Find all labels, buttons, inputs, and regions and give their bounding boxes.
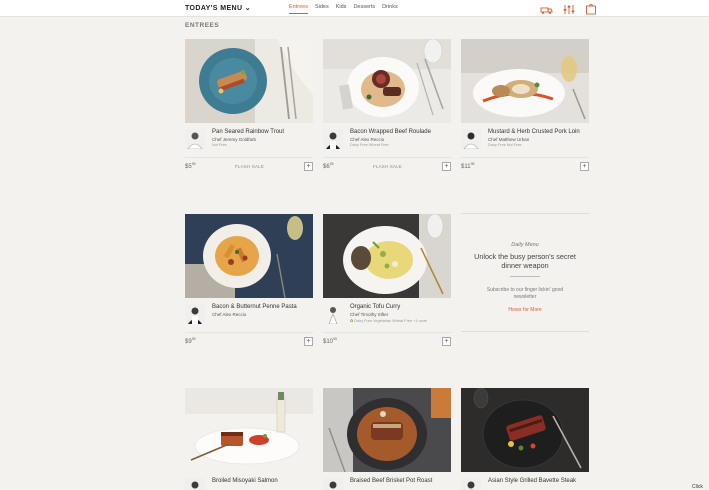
diet-tags: Dairy Free Wheat Free xyxy=(350,143,389,147)
price-row: $1195 + xyxy=(461,157,589,171)
delivery-truck-icon[interactable] xyxy=(540,2,553,20)
tab-kids[interactable]: Kids xyxy=(336,4,347,14)
newsletter-link[interactable]: Hover for More xyxy=(461,307,589,313)
card-meta: Mustard & Herb Crusted Pork Loin Chef Ma… xyxy=(461,129,589,157)
chef-name: Chef Alex Reccio xyxy=(350,137,385,142)
chevron-down-icon: ⌄ xyxy=(244,5,252,12)
top-icons xyxy=(540,2,607,20)
card-meta: Pan Seared Rainbow Trout Chef Jeremy Gol… xyxy=(185,129,313,157)
add-to-cart-button[interactable]: + xyxy=(304,162,313,171)
flash-sale-label: FLASH SALE xyxy=(373,164,403,169)
dish-title[interactable]: Bacon & Butternut Penne Pasta xyxy=(212,304,297,310)
card-meta: Asian Style Grilled Bavette Steak xyxy=(461,478,589,490)
card-meta: Broiled Misoyaki Salmon xyxy=(185,478,313,490)
price: $1195 xyxy=(461,162,475,170)
chef-avatar xyxy=(323,129,343,149)
diet-tags: Nut Free xyxy=(212,143,227,147)
divider xyxy=(510,276,540,277)
card-meta: Bacon Wrapped Beef Roulade Chef Alex Rec… xyxy=(323,129,451,157)
dish-title[interactable]: Asian Style Grilled Bavette Steak xyxy=(488,478,576,484)
chef-avatar xyxy=(323,304,343,325)
newsletter-promo: Daily Menu Unlock the busy person's secr… xyxy=(461,213,589,332)
chef-avatar xyxy=(323,478,343,490)
chef-name: Chef Matthew Urban xyxy=(488,137,530,142)
menu-card[interactable]: Braised Beef Brisket Pot Roast xyxy=(323,388,451,490)
menu-card[interactable]: Bacon & Butternut Penne Pasta Chef Alex … xyxy=(185,214,313,346)
chef-avatar xyxy=(185,304,205,324)
card-meta: Organic Tofu Curry Chef Timothy Sifter ✿… xyxy=(323,304,451,332)
vegetarian-leaf-icon: ✿ xyxy=(350,319,354,323)
tab-desserts[interactable]: Desserts xyxy=(353,4,375,14)
add-to-cart-button[interactable]: + xyxy=(442,162,451,171)
menu-card[interactable]: Organic Tofu Curry Chef Timothy Sifter ✿… xyxy=(323,214,451,346)
card-meta: Bacon & Butternut Penne Pasta Chef Alex … xyxy=(185,304,313,332)
diet-tags: Dairy Free Nut Free xyxy=(488,143,522,147)
price: $695 xyxy=(323,162,334,170)
card-meta: Braised Beef Brisket Pot Roast xyxy=(323,478,451,490)
menu-title: TODAY'S MENU xyxy=(185,5,243,12)
menu-card[interactable]: Bacon Wrapped Beef Roulade Chef Alex Rec… xyxy=(323,39,451,171)
chef-name: Chef Jeremy Goldfarb xyxy=(212,137,257,142)
dish-title[interactable]: Pan Seared Rainbow Trout xyxy=(212,129,284,135)
price: $1095 xyxy=(323,337,337,345)
price: $995 xyxy=(185,337,196,345)
corner-label: Click xyxy=(692,484,703,490)
menu-card[interactable]: Asian Style Grilled Bavette Steak xyxy=(461,388,589,490)
price-row: $695 FLASH SALE + xyxy=(323,157,451,171)
chef-avatar xyxy=(461,478,481,490)
filter-sliders-icon[interactable] xyxy=(563,2,575,20)
shopping-bag-icon[interactable] xyxy=(585,2,597,20)
chef-avatar xyxy=(461,129,481,150)
newsletter-subtitle: Daily Menu xyxy=(511,242,539,248)
price: $595 xyxy=(185,162,196,170)
dish-photo[interactable] xyxy=(185,388,313,472)
dish-title[interactable]: Bacon Wrapped Beef Roulade xyxy=(350,129,431,135)
tab-sides[interactable]: Sides xyxy=(315,4,329,14)
add-to-cart-button[interactable]: + xyxy=(580,162,589,171)
dish-photo[interactable] xyxy=(461,388,589,472)
tab-entrees[interactable]: Entrees xyxy=(289,4,308,14)
dish-title[interactable]: Braised Beef Brisket Pot Roast xyxy=(350,478,432,484)
menu-card[interactable]: Pan Seared Rainbow Trout Chef Jeremy Gol… xyxy=(185,39,313,171)
menu-card[interactable]: Broiled Misoyaki Salmon xyxy=(185,388,313,490)
top-bar: TODAY'S MENU ⌄ Entrees Sides Kids Desser… xyxy=(0,0,709,17)
flash-sale-label: FLASH SALE xyxy=(235,164,265,169)
dish-title[interactable]: Organic Tofu Curry xyxy=(350,304,400,310)
price-row: $595 FLASH SALE + xyxy=(185,157,313,171)
section-title: ENTREES xyxy=(185,22,220,29)
diet-tags: ✿ Dairy Free Vegetarian Wheat Free +1 mo… xyxy=(350,319,428,323)
menu-card[interactable]: Mustard & Herb Crusted Pork Loin Chef Ma… xyxy=(461,39,589,171)
add-to-cart-button[interactable]: + xyxy=(442,337,451,346)
dish-photo[interactable] xyxy=(323,214,451,298)
newsletter-title: Unlock the busy person's secret dinner w… xyxy=(474,252,576,270)
add-to-cart-button[interactable]: + xyxy=(304,337,313,346)
chef-avatar xyxy=(185,478,205,490)
dish-photo[interactable] xyxy=(461,39,589,123)
dish-title[interactable]: Mustard & Herb Crusted Pork Loin xyxy=(488,129,580,135)
chef-avatar xyxy=(185,129,205,150)
price-row: $1095 + xyxy=(323,332,451,346)
tab-drinks[interactable]: Drinks xyxy=(382,4,398,14)
menu-title-dropdown[interactable]: TODAY'S MENU ⌄ xyxy=(185,4,251,12)
dish-photo[interactable] xyxy=(323,39,451,123)
dish-photo[interactable] xyxy=(323,388,451,472)
price-row: $995 + xyxy=(185,332,313,346)
dish-photo[interactable] xyxy=(185,39,313,123)
chef-name: Chef Timothy Sifter xyxy=(350,312,389,317)
newsletter-description: Subscribe to our finger lickin' good new… xyxy=(486,287,564,300)
dish-title[interactable]: Broiled Misoyaki Salmon xyxy=(212,478,278,484)
dish-photo[interactable] xyxy=(185,214,313,298)
chef-name: Chef Alex Reccio xyxy=(212,312,247,317)
category-nav: Entrees Sides Kids Desserts Drinks xyxy=(289,4,405,14)
